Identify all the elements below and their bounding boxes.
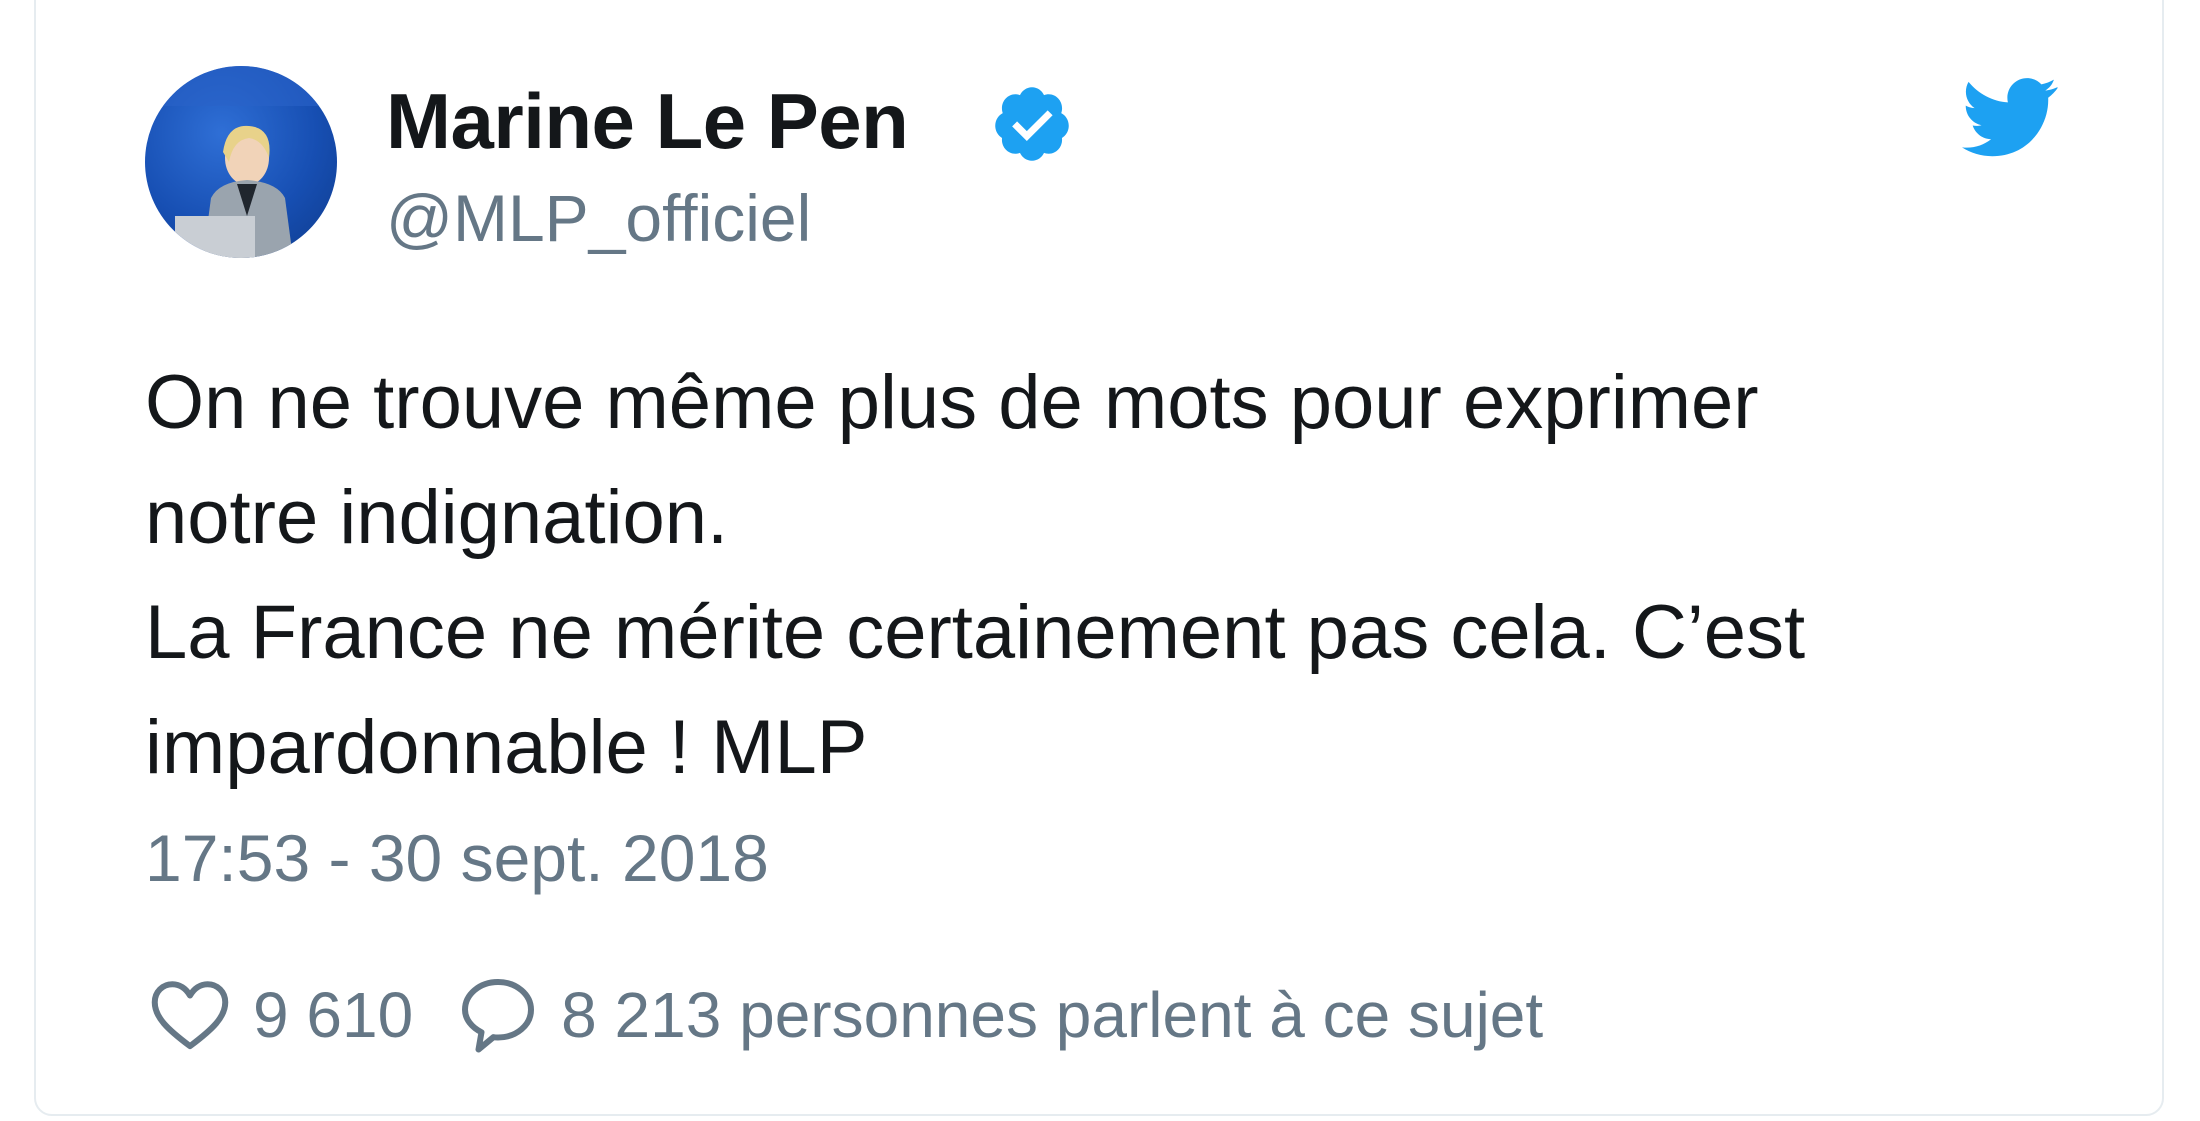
tweet-text-line: impardonnable ! MLP: [145, 705, 868, 790]
tweet-actions: 9 610 8 213 personnes parlent à ce sujet: [145, 970, 1543, 1060]
like-button[interactable]: 9 610: [145, 970, 413, 1060]
tweet-text: On ne trouve même plus de mots pour expr…: [145, 345, 2065, 805]
conversation-button[interactable]: 8 213 personnes parlent à ce sujet: [453, 970, 1543, 1060]
twitter-bird-icon[interactable]: [1962, 76, 2058, 160]
avatar[interactable]: [145, 66, 337, 258]
speech-bubble-icon: [462, 979, 535, 1053]
like-count: 9 610: [253, 979, 414, 1051]
avatar-photo: [145, 66, 337, 258]
tweet-text-line: notre indignation.: [145, 475, 729, 560]
tweet-timestamp[interactable]: 17:53 - 30 sept. 2018: [145, 820, 769, 896]
heart-icon: [151, 981, 229, 1050]
verified-badge-icon: [995, 87, 1069, 161]
conversation-count: 8 213 personnes parlent à ce sujet: [561, 979, 1544, 1051]
author-handle[interactable]: @MLP_officiel: [386, 180, 811, 256]
tweet-text-line: On ne trouve même plus de mots pour expr…: [145, 360, 1759, 445]
author-name[interactable]: Marine Le Pen: [386, 76, 909, 167]
tweet-text-line: La France ne mérite certainement pas cel…: [145, 590, 1806, 675]
